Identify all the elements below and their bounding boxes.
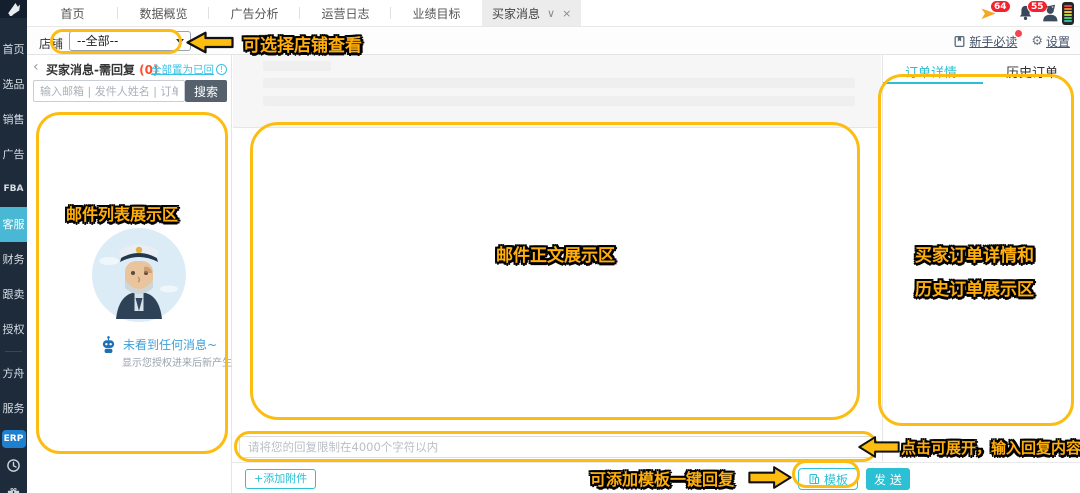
mark-all-replied-link[interactable]: 全部置为已回 ! — [151, 62, 227, 77]
toolbar-links: 新手必读 ⚙ 设置 — [953, 30, 1070, 50]
sidebar-item-services[interactable]: 服务 — [0, 391, 27, 426]
order-panel: 订单详情 历史订单 — [882, 55, 1080, 462]
search-input[interactable] — [33, 80, 185, 102]
tab-order-history[interactable]: 历史订单 — [1006, 62, 1058, 81]
app-logo[interactable] — [0, 0, 27, 18]
sidebar-item-fba[interactable]: FBA — [0, 172, 27, 207]
top-tab-bar: 首页 数据概览 广告分析 运营日志 业绩目标 买家消息 ∨ × 64 55 — [27, 0, 1080, 27]
shop-select-value: --全部-- — [77, 34, 119, 48]
chevron-down-icon[interactable]: ∨ — [547, 7, 555, 20]
sidebar-item-ark[interactable]: 方舟 — [0, 356, 27, 391]
sidebar-item-ads[interactable]: 广告 — [0, 137, 27, 172]
reply-action-bar: +添加附件 模板 发 送 — [232, 462, 1080, 493]
template-button[interactable]: 模板 — [798, 468, 859, 490]
send-button[interactable]: 发 送 — [866, 468, 910, 490]
flag-notification-badge: 64 — [990, 0, 1011, 13]
newbie-red-dot — [1015, 30, 1023, 37]
empty-title: 未看到任何消息~ — [123, 338, 218, 352]
rocket-logo-icon — [7, 3, 20, 17]
add-attachment-button[interactable]: +添加附件 — [245, 469, 317, 489]
mail-header-skeleton — [233, 55, 881, 128]
settings-link[interactable]: ⚙ 设置 — [1031, 33, 1070, 50]
tab-order-detail[interactable]: 订单详情 — [905, 62, 957, 81]
search-row: 搜索 — [33, 80, 227, 102]
shop-select[interactable]: --全部-- — [69, 31, 191, 51]
settings-label: 设置 — [1045, 35, 1070, 49]
active-tab-underline — [883, 82, 983, 84]
shop-toolbar: 店铺 --全部-- 新手必读 ⚙ 设置 — [27, 27, 1080, 55]
newbie-guide-label: 新手必读 — [969, 35, 1018, 49]
sidebar-erp-badge[interactable]: ERP — [1, 430, 26, 448]
sidebar-item-sales[interactable]: 销售 — [0, 102, 27, 137]
skeleton-bar — [263, 96, 855, 106]
sidebar-item-product-picking[interactable]: 选品 — [0, 67, 27, 102]
tab-ad-analysis[interactable]: 广告分析 — [209, 0, 300, 26]
template-doc-icon — [809, 473, 819, 485]
search-button[interactable]: 搜索 — [185, 80, 227, 102]
sidebar-items: 首页 选品 销售 广告 FBA 客服 财务 跟卖 授权 方舟 服务 ERP — [0, 18, 27, 493]
skeleton-bar — [263, 61, 331, 71]
robot-icon — [102, 336, 115, 353]
user-avatar-icon[interactable] — [1040, 3, 1059, 24]
sidebar-item-follow-sell[interactable]: 跟卖 — [0, 277, 27, 312]
empty-title-row: 未看到任何消息~ — [100, 335, 217, 354]
message-list-header: ‹ 买家消息-需回复 (0) 全部置为已回 ! — [33, 59, 229, 77]
tab-performance-target[interactable]: 业绩目标 — [391, 0, 482, 26]
mail-body-panel — [232, 55, 882, 493]
sidebar-item-finance[interactable]: 财务 — [0, 242, 27, 277]
tab-operation-log[interactable]: 运营日志 — [300, 0, 391, 26]
mark-all-replied-label: 全部置为已回 — [151, 64, 214, 76]
gift-icon[interactable] — [6, 487, 21, 493]
sidebar-item-authorization[interactable]: 授权 — [0, 312, 27, 347]
skeleton-bar — [263, 78, 855, 88]
panel-title-text: 买家消息-需回复 — [46, 63, 135, 77]
sidebar-divider — [5, 351, 22, 352]
tab-data-overview[interactable]: 数据概览 — [118, 0, 209, 26]
book-icon — [954, 35, 965, 48]
reply-input[interactable] — [239, 436, 875, 458]
panel-title: 买家消息-需回复 (0) — [46, 61, 159, 78]
app-window: 首页 选品 销售 广告 FBA 客服 财务 跟卖 授权 方舟 服务 ERP 首页… — [0, 0, 1080, 493]
sidebar-item-home[interactable]: 首页 — [0, 32, 27, 67]
sidebar-item-customer-service[interactable]: 客服 — [0, 207, 27, 242]
tab-buyer-messages-label: 买家消息 — [492, 6, 541, 21]
captain-illustration — [92, 228, 186, 322]
close-icon[interactable]: × — [562, 7, 571, 20]
message-list-panel: ‹ 买家消息-需回复 (0) 全部置为已回 ! 搜索 — [27, 55, 262, 493]
shop-label: 店铺 — [39, 37, 64, 51]
order-panel-tabs: 订单详情 历史订单 — [883, 55, 1080, 84]
tab-buyer-messages-active[interactable]: 买家消息 ∨ × — [482, 0, 582, 26]
info-circle-icon[interactable]: ! — [216, 64, 227, 75]
gear-icon: ⚙ — [1031, 34, 1043, 49]
topbar-icon-group: 64 55 — [980, 0, 1080, 27]
history-clock-icon[interactable] — [6, 458, 21, 477]
equalizer-avatar[interactable] — [1062, 2, 1074, 25]
newbie-guide-link[interactable]: 新手必读 — [953, 30, 1023, 50]
back-chevron-icon[interactable]: ‹ — [33, 59, 39, 75]
tab-home[interactable]: 首页 — [27, 0, 118, 26]
sidebar: 首页 选品 销售 广告 FBA 客服 财务 跟卖 授权 方舟 服务 ERP — [0, 0, 27, 493]
template-button-label: 模板 — [824, 472, 849, 487]
